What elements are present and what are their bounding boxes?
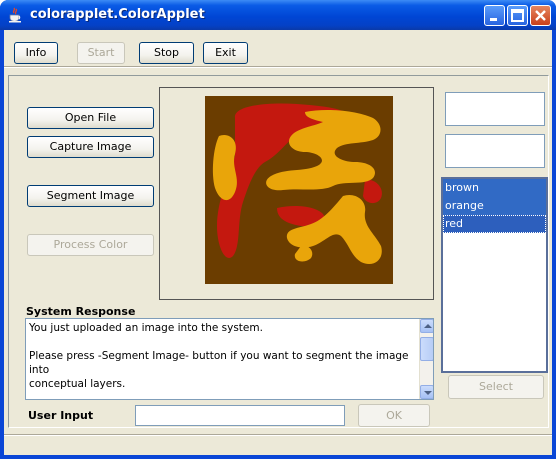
maximize-icon bbox=[511, 9, 524, 22]
close-button[interactable] bbox=[530, 5, 551, 26]
info-field-2 bbox=[445, 134, 545, 168]
open-file-button[interactable]: Open File bbox=[27, 107, 154, 129]
user-input-label: User Input bbox=[28, 409, 94, 422]
maximize-button[interactable] bbox=[507, 5, 528, 26]
client-area: Info Start Stop Exit Open File Capture I… bbox=[4, 30, 552, 455]
scroll-thumb[interactable] bbox=[420, 337, 433, 361]
segmented-image bbox=[205, 96, 393, 284]
vertical-scrollbar[interactable] bbox=[419, 319, 433, 399]
info-field-1 bbox=[445, 92, 545, 126]
scroll-up-button[interactable] bbox=[420, 319, 433, 333]
color-list[interactable]: brown orange red bbox=[441, 177, 548, 373]
response-line: You just uploaded an image into the syst… bbox=[29, 322, 263, 334]
list-item-red[interactable]: red bbox=[443, 215, 546, 233]
chevron-up-icon bbox=[424, 324, 432, 328]
response-line: Please press -Segment Image- button if y… bbox=[29, 350, 409, 376]
info-button[interactable]: Info bbox=[14, 42, 58, 64]
close-icon bbox=[535, 10, 546, 21]
system-response-textarea[interactable]: You just uploaded an image into the syst… bbox=[25, 318, 434, 400]
title-bar[interactable]: colorapplet.ColorApplet bbox=[0, 0, 556, 30]
response-line bbox=[29, 335, 419, 349]
status-divider bbox=[4, 434, 552, 436]
ok-button[interactable]: OK bbox=[358, 404, 430, 427]
system-response-text: You just uploaded an image into the syst… bbox=[29, 321, 419, 391]
segment-image-button[interactable]: Segment Image bbox=[27, 185, 154, 207]
user-input-field[interactable] bbox=[135, 405, 345, 426]
system-response-heading: System Response bbox=[26, 305, 136, 318]
exit-button[interactable]: Exit bbox=[203, 42, 248, 64]
scroll-down-button[interactable] bbox=[420, 385, 433, 399]
window-title: colorapplet.ColorApplet bbox=[30, 7, 205, 22]
start-button[interactable]: Start bbox=[77, 42, 125, 64]
minimize-button[interactable] bbox=[484, 5, 505, 26]
applet-window: colorapplet.ColorApplet Info Start Stop … bbox=[0, 0, 556, 459]
list-item-orange[interactable]: orange bbox=[443, 197, 546, 215]
select-button[interactable]: Select bbox=[448, 375, 544, 399]
java-cup-icon bbox=[9, 7, 21, 23]
process-color-button[interactable]: Process Color bbox=[27, 234, 154, 256]
toolbar-divider bbox=[4, 66, 552, 68]
chevron-down-icon bbox=[424, 391, 432, 395]
list-item-brown[interactable]: brown bbox=[443, 179, 546, 197]
image-display bbox=[159, 87, 434, 300]
minimize-icon bbox=[490, 18, 497, 21]
capture-image-button[interactable]: Capture Image bbox=[27, 136, 154, 158]
stop-button[interactable]: Stop bbox=[139, 42, 194, 64]
response-line: conceptual layers. bbox=[29, 378, 126, 390]
